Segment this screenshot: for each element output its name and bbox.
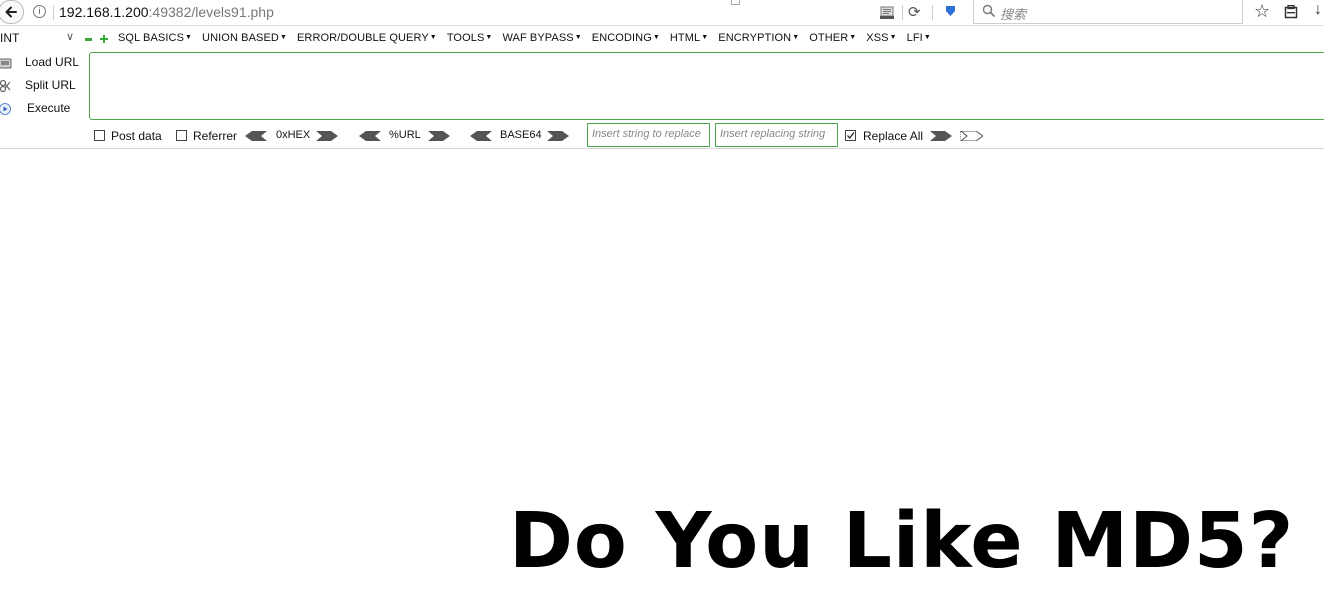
menu-label: ERROR/DOUBLE QUERY (296, 32, 429, 44)
caret-down-icon: ▼ (849, 34, 857, 41)
url-label: %URL (389, 129, 421, 141)
separator (902, 5, 903, 20)
back-arrow-icon (5, 6, 17, 18)
menu-label: TOOLS (446, 32, 485, 44)
caret-down-icon: ▼ (485, 34, 493, 41)
menu-label: XSS (866, 32, 889, 44)
replace-string-placeholder: Insert string to replace (592, 128, 701, 140)
caret-down-icon: ▼ (701, 34, 709, 41)
caret-down-icon: ▼ (792, 34, 800, 41)
pocket-icon[interactable] (944, 5, 957, 18)
search-icon (982, 4, 996, 18)
base64-decode-arrow-icon[interactable] (470, 131, 492, 141)
referrer-label: Referrer (193, 129, 238, 143)
split-url-label: Split URL (25, 78, 76, 92)
separator (53, 5, 54, 20)
menu-waf-bypass[interactable]: WAF BYPASS▼ (502, 32, 581, 44)
caret-down-icon: ▼ (923, 34, 931, 41)
replace-backward-arrow-icon[interactable] (960, 131, 983, 141)
menu-sql-basics[interactable]: SQL BASICS▼ (118, 32, 192, 44)
replacing-string-input[interactable]: Insert replacing string (715, 123, 838, 147)
menu-tools[interactable]: TOOLS▼ (447, 32, 493, 44)
replace-all-checkbox[interactable] (845, 130, 856, 141)
load-url-icon (0, 58, 12, 69)
toolbar-divider (0, 148, 1324, 149)
menu-label: LFI (906, 32, 923, 44)
replace-forward-arrow-icon[interactable] (930, 131, 952, 141)
address-field[interactable]: 192.168.1.200:49382/levels91.php (59, 4, 274, 20)
reader-view-icon[interactable] (880, 6, 894, 19)
url-bar: i 192.168.1.200:49382/levels91.php ⟳ 搜索 … (0, 0, 1324, 26)
menu-label: SQL BASICS (118, 32, 185, 44)
info-icon[interactable]: i (33, 5, 46, 18)
page-action-icon (731, 0, 740, 5)
url-decode-arrow-icon[interactable] (359, 131, 381, 141)
reload-icon[interactable]: ⟳ (908, 3, 921, 21)
search-placeholder: 搜索 (1000, 7, 1027, 22)
menu-label: ENCRYPTION (718, 32, 792, 44)
replace-all-label: Replace All (863, 129, 924, 143)
chevron-down-icon: ∨ (65, 31, 74, 43)
split-url-icon (0, 79, 11, 93)
replacing-string-placeholder: Insert replacing string (720, 128, 826, 140)
hackbar-menu: SQL BASICS▼ UNION BASED▼ ERROR/DOUBLE QU… (118, 32, 941, 44)
caret-down-icon: ▼ (652, 34, 660, 41)
caret-down-icon: ▼ (429, 34, 437, 41)
back-button[interactable] (0, 0, 24, 24)
star-icon[interactable]: ☆ (1254, 1, 1270, 22)
menu-html[interactable]: HTML▼ (670, 32, 708, 44)
menu-label: ENCODING (591, 32, 652, 44)
plus-icon[interactable] (100, 35, 108, 43)
minus-icon[interactable] (85, 38, 92, 41)
checkmark-icon (847, 132, 855, 140)
library-icon[interactable] (1284, 5, 1298, 19)
hackbar-menu-row: INT ∨ SQL BASICS▼ UNION BASED▼ ERROR/DOU… (0, 29, 1324, 49)
menu-xss[interactable]: XSS▼ (866, 32, 896, 44)
caret-down-icon: ▼ (185, 34, 193, 41)
menu-label: OTHER (809, 32, 849, 44)
execute-label: Execute (27, 101, 71, 115)
menu-label: HTML (669, 32, 701, 44)
caret-down-icon: ▼ (279, 34, 287, 41)
post-data-checkbox[interactable] (94, 130, 105, 141)
menu-label: WAF BYPASS (502, 32, 574, 44)
url-encode-arrow-icon[interactable] (428, 131, 450, 141)
post-data-label: Post data (111, 129, 162, 143)
caret-down-icon: ▼ (889, 34, 897, 41)
download-icon[interactable]: ↓ (1314, 1, 1322, 19)
menu-encoding[interactable]: ENCODING▼ (592, 32, 660, 44)
replace-string-input[interactable]: Insert string to replace (587, 123, 710, 147)
url-host: 192.168.1.200 (59, 4, 149, 20)
int-select[interactable]: INT ∨ (0, 31, 78, 47)
menu-lfi[interactable]: LFI▼ (907, 32, 931, 44)
menu-error-double-query[interactable]: ERROR/DOUBLE QUERY▼ (297, 32, 437, 44)
base64-encode-arrow-icon[interactable] (547, 131, 569, 141)
base64-label: BASE64 (500, 129, 542, 141)
hex-decode-arrow-icon[interactable] (245, 131, 267, 141)
url-path: :49382/levels91.php (148, 4, 274, 20)
menu-encryption[interactable]: ENCRYPTION▼ (718, 32, 799, 44)
menu-other[interactable]: OTHER▼ (809, 32, 856, 44)
referrer-checkbox[interactable] (176, 130, 187, 141)
hex-encode-arrow-icon[interactable] (316, 131, 338, 141)
search-input[interactable]: 搜索 (973, 0, 1243, 24)
load-url-label: Load URL (25, 55, 80, 69)
caret-down-icon: ▼ (574, 34, 582, 41)
page-heading: Do You Like MD5? (509, 497, 1295, 586)
execute-icon (0, 103, 11, 115)
hex-label: 0xHEX (276, 129, 311, 141)
menu-label: UNION BASED (202, 32, 279, 44)
separator (932, 5, 933, 20)
int-select-value: INT (0, 31, 20, 45)
menu-union-based[interactable]: UNION BASED▼ (202, 32, 287, 44)
hackbar-url-textarea[interactable] (89, 52, 1324, 120)
hackbar-options-row: Post data Referrer 0xHEX %URL BASE64 Ins… (0, 123, 1324, 148)
